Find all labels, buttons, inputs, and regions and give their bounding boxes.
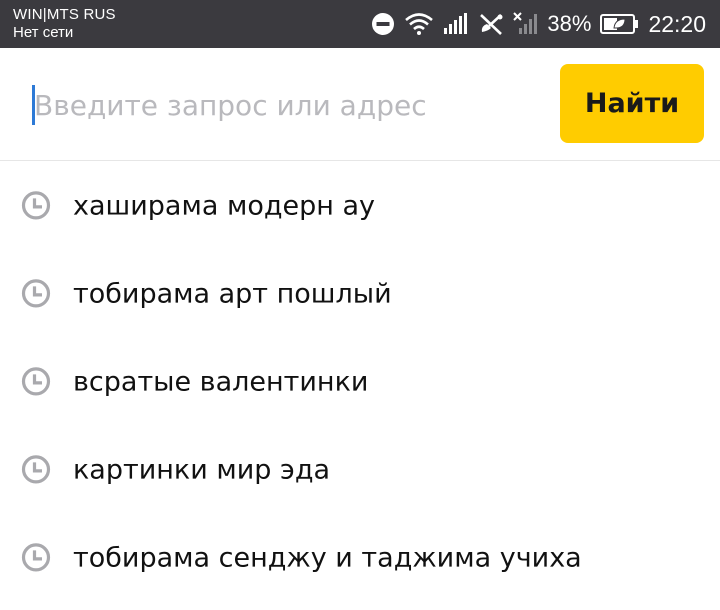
no-signal-icon: [513, 12, 539, 36]
history-clock-icon: [21, 542, 51, 572]
no-calls-icon: [478, 12, 504, 36]
history-item-text: тобирама арт пошлый: [73, 278, 392, 310]
history-clock-icon: [21, 190, 51, 220]
clock: 22:20: [648, 10, 706, 37]
search-history-list: хаширама модерн ау тобирама арт пошлый в…: [0, 162, 720, 602]
battery-percent: 38%: [547, 11, 592, 36]
history-item[interactable]: картинки мир эда: [0, 426, 720, 514]
history-item[interactable]: хаширама модерн ау: [0, 162, 720, 250]
battery-saver-icon: [600, 13, 640, 35]
history-item[interactable]: тобирама сенджу и таджима учиха: [0, 514, 720, 602]
network-status: Нет сети: [13, 24, 74, 41]
carrier-name: WIN|MTS RUS: [13, 6, 116, 23]
search-button[interactable]: Найти: [560, 64, 704, 143]
search-bar: Найти: [0, 48, 720, 161]
status-icons: 38% 22:20: [362, 0, 706, 48]
history-item-text: хаширама модерн ау: [73, 190, 376, 222]
status-bar: WIN|MTS RUS Нет сети 38% 22:20: [0, 0, 720, 48]
history-item-text: тобирама сенджу и таджима учиха: [73, 542, 582, 574]
history-item-text: всратые валентинки: [73, 366, 369, 398]
history-clock-icon: [21, 454, 51, 484]
search-input[interactable]: [34, 76, 534, 134]
history-clock-icon: [21, 366, 51, 396]
wifi-icon: [404, 12, 434, 36]
history-item-text: картинки мир эда: [73, 454, 331, 486]
signal-icon: [443, 12, 469, 36]
do-not-disturb-icon: [371, 12, 395, 36]
history-clock-icon: [21, 278, 51, 308]
carrier-info: WIN|MTS RUS Нет сети: [13, 6, 116, 42]
history-item[interactable]: тобирама арт пошлый: [0, 250, 720, 338]
history-item[interactable]: всратые валентинки: [0, 338, 720, 426]
